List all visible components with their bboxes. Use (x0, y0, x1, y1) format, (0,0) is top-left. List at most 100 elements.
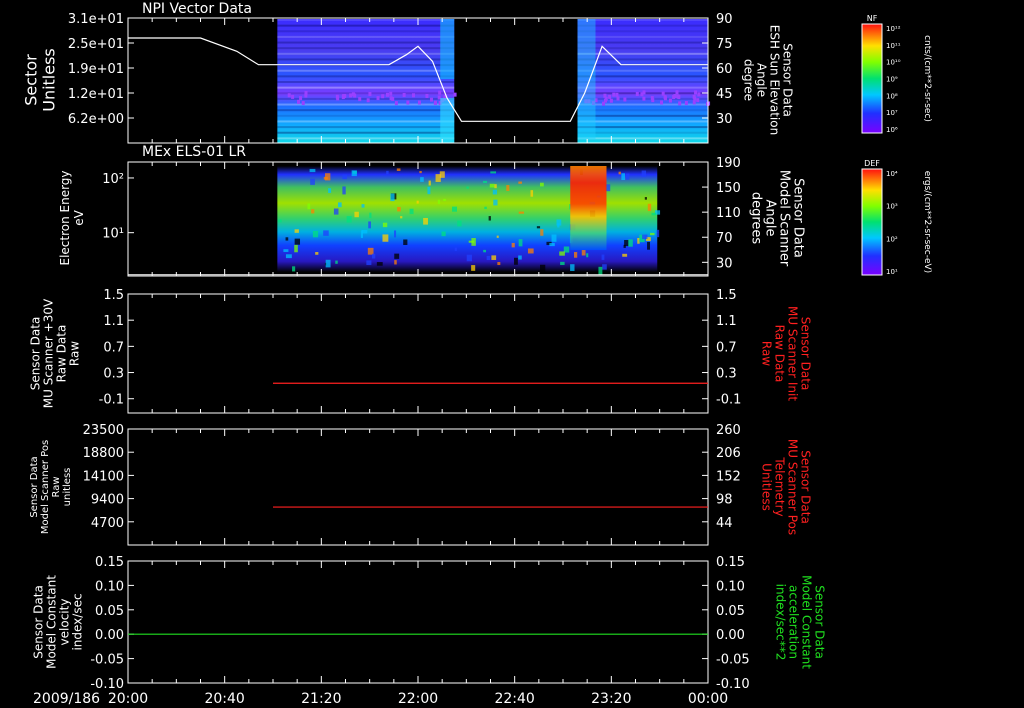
panel-2-speckle (278, 219, 282, 223)
panel-2-speckle (451, 206, 457, 212)
panel-1-speckle (696, 98, 700, 103)
panel-2-speckle (315, 252, 319, 255)
colorbar-nf: NF 10¹² 10¹¹ 10¹⁰ 10⁹ 10⁸ 10⁷ 10⁶ cnts/(cm**2-sr… (861, 14, 932, 134)
panel-4-y-tick-label-left: 9400 (91, 493, 124, 508)
colorbar-2-unit-label: ergs/(cm**2-sr-sec-eV) (922, 171, 932, 273)
panel-2-speckle (484, 206, 487, 210)
panel-1-row-band (277, 97, 455, 100)
panel-2-y-tick-label-right: 110 (716, 206, 741, 221)
panel-2-speckle (490, 171, 497, 174)
panel-1-row-band (277, 19, 455, 21)
panel-4-ylabel-right: Sensor DataMU Scanner PosTelemetryUnitle… (759, 439, 812, 535)
panel-2-speckle (335, 260, 338, 264)
panel-2-ylabel-right-line: degrees (748, 192, 763, 245)
panel-5-ylabel-left-line: Model Constant (45, 575, 59, 669)
panel-1-speckle (381, 94, 385, 99)
panel-2-speckle (621, 173, 625, 181)
panel-1-edge-column (440, 19, 455, 79)
panel-2-speckle (294, 244, 298, 253)
panel-5-ylabel-left-line: index/sec (71, 593, 85, 650)
panel-3-y-tick-label-left: 0.3 (103, 367, 124, 382)
panel-2-speckle (518, 211, 525, 214)
panel-1-row-band (277, 58, 455, 61)
panel-1-ylabel-left-line: Unitless (40, 48, 59, 112)
panel-1-speckle (663, 95, 667, 100)
panel-1-speckle (623, 97, 627, 102)
panel-3-y-tick-label-right: 0.7 (716, 340, 737, 355)
panel-4-ylabel-left-line: unitless (62, 468, 73, 507)
panel-2-speckle (361, 204, 365, 208)
panel-5-y-tick-label-left: 0.00 (95, 628, 124, 643)
colorbar-2-corner-label: DEF (864, 159, 880, 168)
panel-4-ylabel-left-line: Raw (51, 476, 62, 497)
panel-2-speckle (369, 212, 372, 219)
panel-2-speckle (642, 234, 648, 240)
panel-1-row-band (277, 109, 455, 112)
panel-1-row-band (577, 109, 708, 112)
panel-1-y-tick-label-left: 1.2e+01 (68, 87, 124, 102)
panel-5-ylabel-left-line: Sensor Data (32, 585, 46, 659)
panel-1-row-band (577, 137, 708, 140)
panel-2-speckle (494, 184, 497, 189)
panel-4-ylabel-right-line: Telemetry (772, 456, 786, 516)
panel-2-speckle (285, 254, 292, 259)
panel-2-speckle (360, 230, 363, 238)
panel-2-speckle (514, 257, 518, 265)
panel-1-row-band (577, 103, 708, 106)
panel-1-speckle (678, 101, 682, 106)
colorbar-1-gradient (862, 24, 882, 133)
panel-1-row-band (577, 81, 708, 83)
panel-3-ylabel-left-line: MU Scanner +30V (42, 298, 56, 408)
panel-5-ylabel-right-line: index/sec**2 (773, 584, 787, 661)
panel-2-speckle (618, 171, 621, 175)
panel-mu-scanner-raw: 1.5 1.1 0.7 0.3 -0.1 1.5 1.1 0.7 0.3 -0.1 Sensor D… (29, 288, 812, 414)
panel-2-speckle (323, 230, 329, 236)
panel-3-y-tick-label-left: 1.1 (103, 314, 124, 329)
panel-1-speckle (650, 96, 654, 101)
panel-1-speckle (609, 98, 613, 103)
panel-1-speckle (642, 96, 646, 101)
time-axis-tick-label: 21:20 (301, 691, 341, 707)
panel-2-speckle (581, 250, 586, 256)
panel-1-ylabel-right-line: ESH Sun Elevation (767, 25, 781, 135)
panel-2-speckle (483, 249, 487, 253)
panel-1-y-tick-label-right: 45 (716, 87, 733, 102)
panel-1-speckle (341, 95, 345, 100)
panel-2-speckle (468, 240, 475, 243)
colorbar-2-tick-label: 10¹ (886, 268, 898, 276)
colorbar-1-corner-label: NF (867, 14, 878, 23)
panel-3-ylabel-right-line: Sensor Data (798, 317, 812, 391)
panel-3-y-tick-label-left: 0.7 (103, 340, 124, 355)
panel-2-speckle (337, 202, 342, 208)
panel-2-speckle (511, 242, 515, 248)
panel-1-row-band (577, 52, 708, 55)
panel-4-ylabel-right-line: Unitless (759, 463, 773, 511)
panel-1-y-tick-label-left: 1.9e+01 (68, 62, 124, 77)
panel-2-speckle (403, 239, 408, 246)
panel-2-speckle (310, 178, 315, 185)
panel-1-row-band (577, 126, 708, 129)
panel-1-row-band (577, 69, 708, 72)
panel-1-ylabel-left-line: Sector (22, 54, 41, 106)
panel-5-y-tick-label-right: -0.05 (716, 653, 750, 668)
panel-scanner-pos: 23500 18800 14100 9400 4700 260 206 152 98 44 Sens… (29, 423, 812, 546)
panel-1-title: NPI Vector Data (142, 1, 252, 17)
panel-2-speckle (650, 232, 655, 236)
panel-2-speckle (346, 216, 352, 223)
panel-3-frame (127, 293, 709, 414)
panel-2-speckle (625, 173, 630, 180)
panel-4-y-tick-label-left: 4700 (91, 516, 124, 531)
panel-2-speckle (471, 265, 476, 271)
panel-1-speckle (385, 92, 389, 97)
colorbar-2-tick-label: 10⁴ (886, 170, 898, 178)
panel-1-y-tick-label-right: 60 (716, 62, 733, 77)
time-axis-tick-label: 23:20 (591, 691, 631, 707)
panel-2-speckle (325, 259, 331, 268)
panel-1-speckle (389, 91, 393, 96)
panel-2-speckle (466, 254, 472, 262)
panel-2-speckle (397, 206, 401, 212)
panel-2-speckle (285, 237, 289, 241)
panel-5-ylabel-left: Sensor DataModel Constantvelocityindex/s… (32, 575, 85, 669)
panel-1-row-band (277, 69, 455, 72)
time-axis-tick-label: 22:40 (494, 691, 534, 707)
